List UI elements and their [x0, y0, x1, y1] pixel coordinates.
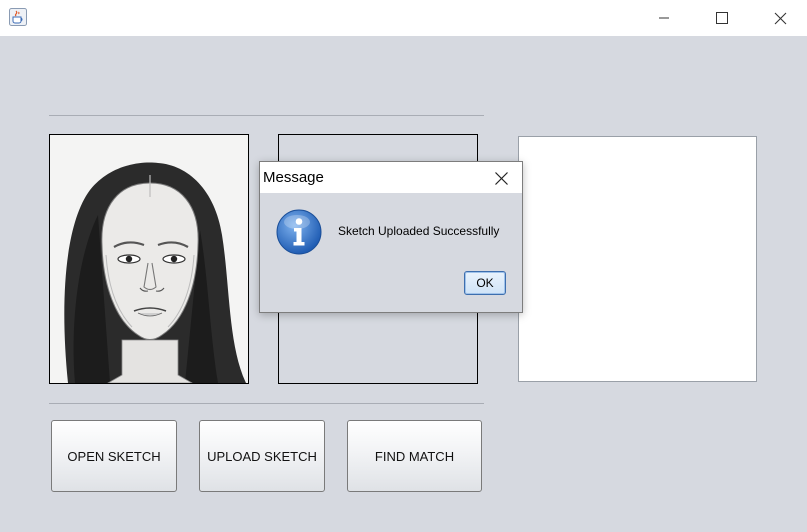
maximize-button[interactable]: [693, 0, 751, 36]
find-match-label: FIND MATCH: [374, 448, 455, 464]
upload-sketch-button[interactable]: UPLOAD SKETCH: [199, 420, 325, 492]
close-icon: [494, 171, 508, 185]
message-dialog: Message Sketch Uploaded Successfully OK: [259, 161, 523, 313]
match-result-panel: [518, 136, 757, 382]
dialog-message: Sketch Uploaded Successfully: [338, 224, 500, 238]
dialog-close-button[interactable]: [486, 165, 516, 191]
minimize-button[interactable]: [635, 0, 693, 36]
bottom-separator: [49, 403, 484, 404]
window-close-button[interactable]: [751, 0, 807, 36]
sketch-portrait-image: [50, 135, 248, 383]
ok-button[interactable]: OK: [464, 271, 506, 295]
window-titlebar: [0, 0, 807, 36]
dialog-title: Message: [263, 169, 324, 186]
sketch-image-panel: [49, 134, 249, 384]
find-match-button[interactable]: FIND MATCH: [347, 420, 482, 492]
info-icon: [276, 209, 322, 255]
open-sketch-button[interactable]: OPEN SKETCH: [51, 420, 177, 492]
java-cup-icon[interactable]: [9, 8, 27, 26]
upload-sketch-label: UPLOAD SKETCH: [207, 448, 317, 464]
maximize-icon: [716, 12, 728, 24]
ok-label: OK: [476, 276, 494, 290]
close-icon: [774, 12, 786, 24]
minimize-icon: [659, 17, 669, 19]
dialog-titlebar[interactable]: Message: [260, 162, 522, 193]
open-sketch-label: OPEN SKETCH: [67, 448, 161, 464]
top-separator: [49, 115, 484, 116]
